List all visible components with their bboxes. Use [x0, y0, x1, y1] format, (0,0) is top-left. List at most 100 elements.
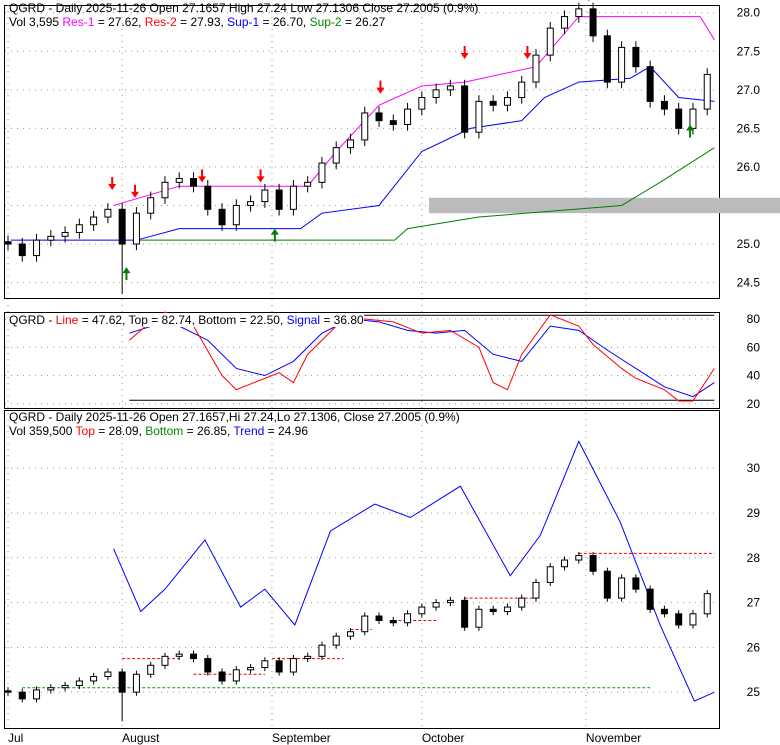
x-tick-label: October: [422, 731, 465, 745]
candle-up: [404, 613, 412, 624]
x-tick-label: Jul: [8, 731, 23, 745]
candle-up: [546, 566, 554, 583]
candle-up: [318, 644, 326, 657]
candle-up: [561, 16, 569, 29]
candle-up: [61, 231, 69, 237]
sup2-line: [136, 147, 715, 241]
candle-up: [575, 555, 583, 561]
candle-down: [603, 35, 611, 83]
y-tick-label: 25.0: [737, 237, 761, 251]
candle-up: [618, 577, 626, 599]
candle-up: [175, 177, 183, 183]
x-tick-label: September: [272, 731, 331, 745]
candle-down: [461, 599, 469, 628]
candle-up: [161, 181, 169, 199]
candle-down: [675, 108, 683, 129]
signal-value: = 36.80: [319, 313, 364, 327]
candle-up: [446, 599, 454, 604]
candle-up: [518, 81, 526, 99]
candle-down: [660, 608, 668, 615]
candle-down: [603, 570, 611, 599]
candle-up: [175, 653, 183, 657]
y-tick-label: 27.0: [737, 83, 761, 97]
candle-up: [532, 581, 540, 599]
sup2-label: Sup-2: [309, 15, 342, 29]
support-band: [428, 197, 780, 214]
candle-up: [532, 54, 540, 83]
res2-value: = 27.93,: [176, 15, 228, 29]
candle-up: [546, 27, 554, 56]
candle-up: [446, 85, 454, 91]
candle-up: [247, 201, 255, 206]
candle-up: [75, 680, 83, 686]
panel2-legend: QGRD - Line = 47.62, Top = 82.74, Bottom…: [9, 313, 364, 327]
sup1-value: = 26.70,: [259, 15, 310, 29]
candle-down: [489, 608, 497, 613]
candle-up: [161, 655, 169, 666]
panel-3-frame: [4, 410, 720, 729]
candle-up: [689, 613, 697, 626]
candle-down: [375, 615, 383, 622]
top-value: = 28.09,: [94, 424, 146, 438]
candle-down: [589, 8, 597, 37]
bottom-value: = 26.85,: [183, 424, 234, 438]
candle-up: [232, 204, 240, 226]
candle-up: [618, 46, 626, 83]
candle-up: [361, 615, 369, 633]
candle-up: [33, 239, 41, 257]
candle-up: [147, 197, 155, 214]
panel-1-frame: [4, 5, 720, 299]
sup1-line: [10, 66, 715, 241]
candle-down: [190, 177, 198, 187]
candle-down: [489, 100, 497, 106]
candle-up: [432, 602, 440, 608]
candle-up: [432, 89, 440, 99]
candle-up: [47, 687, 55, 691]
candle-down: [18, 691, 26, 700]
y-tick-label: 27.5: [737, 44, 761, 58]
sup1-label: Sup-1: [227, 15, 260, 29]
candle-up: [247, 667, 255, 671]
candle-up: [304, 181, 312, 187]
candle-up: [703, 73, 711, 110]
volume-label: Vol 3,595: [9, 15, 60, 29]
top-label: Top: [75, 424, 95, 438]
candle-up: [475, 100, 483, 133]
line-values: = 47.62, Top = 82.74, Bottom = 22.50,: [78, 313, 287, 327]
candle-down: [18, 243, 26, 257]
trend-value: = 24.96: [264, 424, 309, 438]
y-tick-label: 28.0: [737, 6, 761, 20]
candle-up: [503, 606, 511, 613]
x-tick-label: August: [122, 731, 160, 745]
y-tick-label: 29: [747, 506, 761, 520]
candle-down: [675, 613, 683, 626]
y-tick-label: 24.5: [737, 276, 761, 290]
candle-up: [418, 606, 426, 615]
candle-down: [589, 555, 597, 572]
y-tick-label: 28: [747, 551, 761, 565]
y-tick-label: 26.5: [737, 121, 761, 135]
candle-up: [332, 635, 340, 646]
chart-canvas: 28.027.527.026.526.025.525.024.580604020…: [4, 0, 780, 745]
down-arrow-icon: [108, 177, 117, 191]
candle-up: [90, 675, 98, 682]
down-arrow-icon: [523, 45, 532, 59]
y-tick-label: 40: [747, 369, 761, 383]
candle-down: [660, 100, 668, 110]
res1-value: = 27.62,: [94, 15, 145, 29]
trend-label: Trend: [233, 424, 265, 438]
candle-down: [275, 189, 283, 210]
candle-up: [104, 208, 112, 218]
candle-up: [132, 673, 140, 693]
y-tick-label: 80: [747, 312, 761, 326]
candle-up: [475, 608, 483, 628]
candle-up: [33, 689, 41, 700]
up-arrow-icon: [122, 267, 131, 281]
trend-line: [113, 440, 715, 702]
candle-up: [703, 593, 711, 615]
candle-up: [261, 660, 269, 669]
candle-down: [204, 185, 212, 210]
candle-down: [218, 208, 226, 226]
candle-up: [332, 147, 340, 164]
down-arrow-icon: [588, 0, 590, 2]
